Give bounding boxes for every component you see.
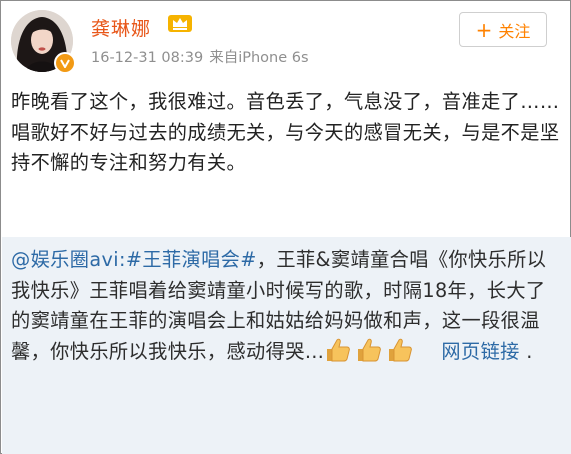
post-body: 昨晚看了这个，我很难过。音色丢了，气息没了，音准走了……唱歌好不好与过去的成绩无… — [11, 90, 560, 174]
follow-button-label: 关注 — [498, 21, 531, 41]
weibo-post-card: 龚琳娜 16-12-31 08:39 来自iPhone 6s + 关注 昨晚看了这… — [0, 0, 571, 454]
web-link[interactable]: 网页链接 — [441, 340, 519, 363]
post-source: 来自iPhone 6s — [209, 50, 309, 66]
thumbs-up-icon — [386, 337, 414, 363]
repost-mention-link[interactable]: @娱乐圈avi: — [11, 248, 126, 271]
plus-icon: + — [475, 17, 493, 42]
repost-body: @娱乐圈avi:#王菲演唱会#，王菲&窦靖童合唱《你快乐所以我快乐》王菲唱着给窦… — [11, 245, 563, 367]
thumbs-up-icon — [355, 337, 383, 363]
post-meta: 16-12-31 08:39 来自iPhone 6s — [91, 46, 309, 67]
follow-button[interactable]: + 关注 — [459, 12, 547, 47]
username[interactable]: 龚琳娜 — [91, 14, 151, 41]
post-timestamp[interactable]: 16-12-31 08:39 — [91, 50, 203, 66]
verified-badge-icon — [54, 52, 76, 74]
crown-badge-icon — [167, 13, 193, 33]
repost-block[interactable]: @娱乐圈avi:#王菲演唱会#，王菲&窦靖童合唱《你快乐所以我快乐》王菲唱着给窦… — [2, 237, 571, 454]
thumbs-up-icon — [324, 337, 352, 363]
repost-trailing: . — [519, 339, 533, 363]
topic-link[interactable]: #王菲演唱会# — [126, 248, 257, 271]
